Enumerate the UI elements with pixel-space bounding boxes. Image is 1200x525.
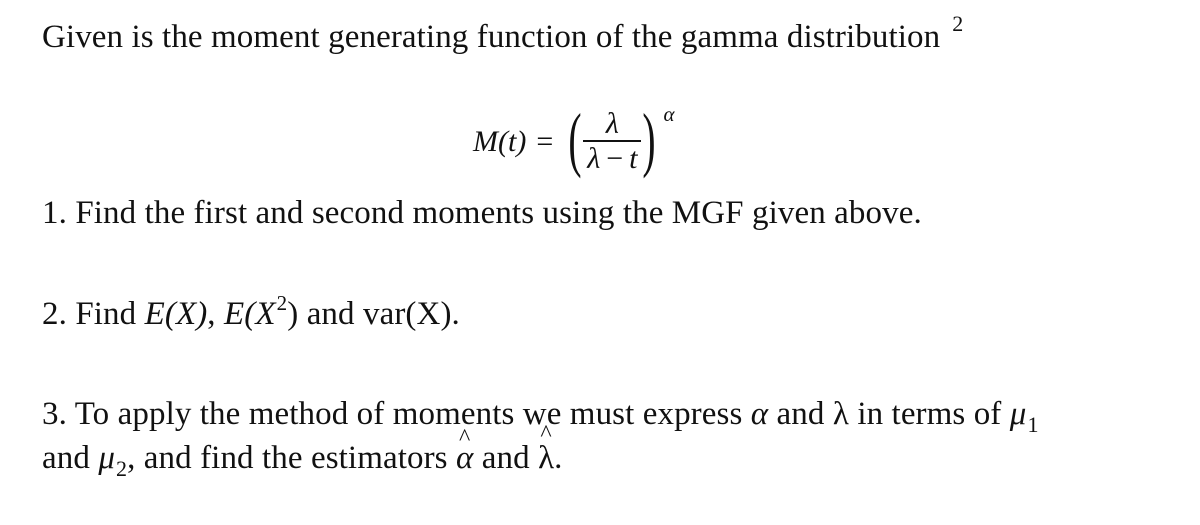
- item-number: 2.: [42, 296, 67, 332]
- period: .: [554, 440, 563, 476]
- item-number: 1.: [42, 195, 67, 231]
- formula-close-paren: ): [642, 99, 657, 179]
- intro-sentence: Given is the moment generating function …: [42, 19, 941, 55]
- alpha-symbol: α: [750, 396, 769, 432]
- formula-equals: =: [536, 125, 554, 158]
- variance-x: var(X).: [363, 296, 460, 332]
- formula-lhs: M(t): [473, 125, 527, 158]
- formula-denominator: λ − t: [583, 142, 641, 176]
- and-word: and: [481, 440, 530, 476]
- subscript-1: 1: [1027, 412, 1039, 437]
- comma: ,: [207, 296, 216, 332]
- item-text-terms: in terms of: [857, 396, 1002, 432]
- lambda-symbol: λ: [832, 396, 849, 432]
- formula-numerator: λ: [605, 107, 619, 141]
- formula-exponent: α: [663, 102, 675, 126]
- expectation-x2: E(X2): [224, 291, 299, 332]
- denominator-t: t: [629, 141, 638, 175]
- footnote-marker: 2: [952, 11, 964, 36]
- item-prefix: Find: [75, 296, 137, 332]
- intro-text: Given is the moment generating function …: [42, 11, 963, 60]
- and-word: and: [306, 296, 355, 332]
- expectation-x: E(X): [144, 296, 208, 332]
- and-word: and: [42, 440, 90, 476]
- and-word: and: [776, 396, 825, 432]
- mu-symbol: μ: [98, 440, 115, 476]
- alpha-hat-symbol: α: [456, 438, 473, 478]
- denominator-lambda: λ: [587, 141, 601, 175]
- list-item-3-line-2: and μ2, and find the estimators α and λ.: [42, 438, 563, 481]
- mu1-symbol: μ1: [1009, 396, 1039, 437]
- item-text: To apply the method of moments we must e…: [74, 396, 743, 432]
- expectation-x2-base: E(X: [224, 296, 276, 332]
- list-item-2: 2. Find E(X), E(X2) and var(X).: [42, 291, 460, 337]
- item-text: Find the first and second moments using …: [75, 195, 922, 231]
- formula-open-paren: (: [568, 99, 582, 179]
- superscript-2: 2: [276, 291, 288, 315]
- subscript-2: 2: [115, 456, 128, 481]
- denominator-minus: −: [606, 141, 624, 175]
- lambda-hat-symbol: λ: [538, 438, 554, 478]
- expectation-x2-close: ): [287, 296, 299, 332]
- mu2-symbol: μ2: [98, 440, 127, 481]
- list-item-1: 1. Find the first and second moments usi…: [42, 193, 922, 233]
- mgf-formula: M(t) = ( λ λ − t ) α: [473, 102, 675, 182]
- item-text: , and find the estimators: [127, 440, 448, 476]
- formula-fraction: λ λ − t: [583, 107, 642, 176]
- mu-symbol: μ: [1009, 396, 1027, 432]
- item-number: 3.: [42, 396, 67, 432]
